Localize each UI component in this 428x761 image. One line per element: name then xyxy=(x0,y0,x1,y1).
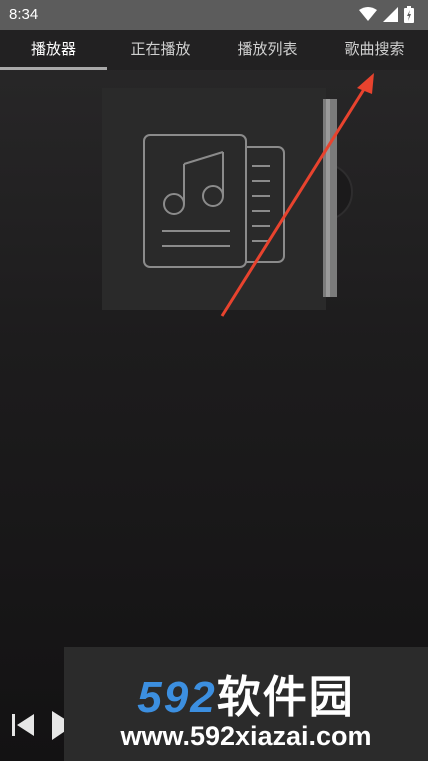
signal-icon xyxy=(383,7,398,22)
watermark-banner: 592软件园 www.592xiazai.com xyxy=(64,647,428,761)
tab-song-search[interactable]: 歌曲搜索 xyxy=(321,30,428,70)
battery-icon xyxy=(404,6,414,23)
status-bar: 8:34 xyxy=(0,0,428,30)
status-icons xyxy=(359,6,414,23)
status-time: 8:34 xyxy=(9,6,39,23)
watermark-logo: 592软件园 xyxy=(64,661,428,725)
skip-previous-icon[interactable] xyxy=(12,714,34,736)
tab-player[interactable]: 播放器 xyxy=(0,30,107,70)
playback-controls xyxy=(8,706,74,746)
watermark-number: 592 xyxy=(137,673,217,722)
wifi-icon xyxy=(359,7,377,21)
watermark-url: www.592xiazai.com xyxy=(120,721,372,751)
album-art xyxy=(102,88,356,310)
tab-now-playing[interactable]: 正在播放 xyxy=(107,30,214,70)
tab-bar: 播放器 正在播放 播放列表 歌曲搜索 xyxy=(0,30,428,70)
tab-playlist[interactable]: 播放列表 xyxy=(214,30,321,70)
watermark-name: 软件园 xyxy=(216,673,355,722)
